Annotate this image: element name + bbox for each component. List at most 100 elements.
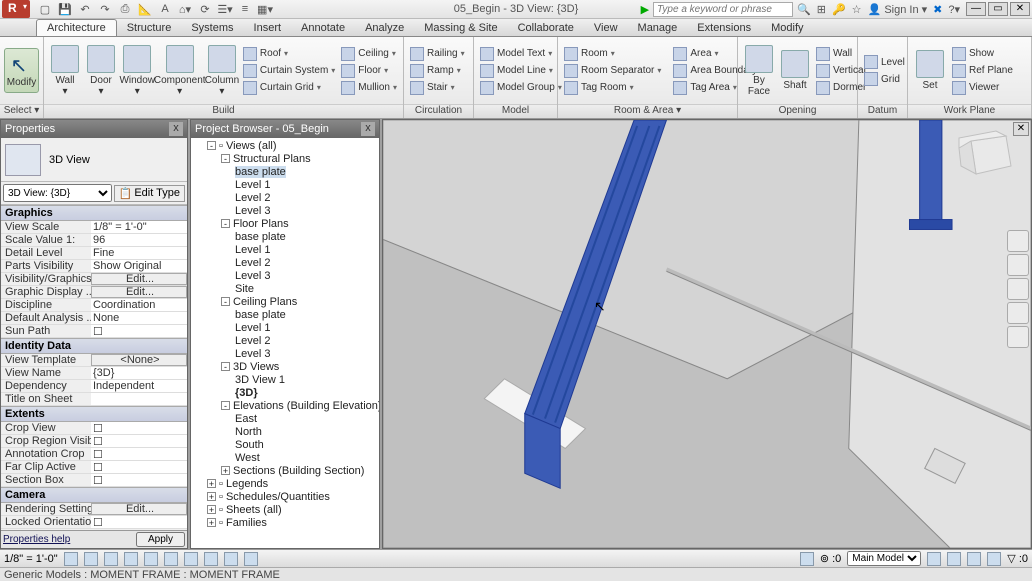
- prop-row[interactable]: View Template<None>: [1, 354, 187, 367]
- prop-value[interactable]: [91, 448, 187, 460]
- component-button[interactable]: Component▾: [156, 43, 202, 99]
- prop-category-extents[interactable]: Extents: [1, 406, 187, 422]
- tag-room-button[interactable]: Tag Room: [562, 80, 663, 96]
- tab-insert[interactable]: Insert: [244, 20, 292, 36]
- prop-row[interactable]: Annotation Crop: [1, 448, 187, 461]
- search-input[interactable]: [653, 2, 793, 17]
- properties-title-bar[interactable]: Propertiesx: [1, 120, 187, 138]
- tree-node[interactable]: -Floor Plans: [193, 218, 377, 231]
- worksets-status[interactable]: ⊚ :0: [820, 552, 841, 565]
- properties-help-link[interactable]: Properties help: [3, 534, 70, 545]
- tree-node[interactable]: -▫ Views (all): [193, 140, 377, 153]
- undo-icon[interactable]: ↶: [78, 2, 92, 16]
- tree-node[interactable]: Level 3: [193, 270, 377, 283]
- prop-value[interactable]: {3D}: [91, 367, 187, 379]
- tree-toggle-icon[interactable]: -: [221, 297, 230, 306]
- temp-hide-icon[interactable]: [224, 552, 238, 566]
- reveal-icon[interactable]: [244, 552, 258, 566]
- orbit-icon[interactable]: [1007, 302, 1029, 324]
- prop-value[interactable]: 96: [91, 234, 187, 246]
- prop-row[interactable]: Parts VisibilityShow Original: [1, 260, 187, 273]
- visual-style-icon[interactable]: [84, 552, 98, 566]
- room-separator-button[interactable]: Room Separator: [562, 63, 663, 79]
- roof-button[interactable]: Roof: [241, 46, 337, 62]
- tab-extensions[interactable]: Extensions: [687, 20, 761, 36]
- curtain-grid-button[interactable]: Curtain Grid: [241, 80, 337, 96]
- prop-row[interactable]: Section Box: [1, 474, 187, 487]
- select-pinned-icon[interactable]: [947, 552, 961, 566]
- prop-value[interactable]: Independent: [91, 380, 187, 392]
- key-icon[interactable]: 🔑: [832, 3, 846, 16]
- rendering-icon[interactable]: [144, 552, 158, 566]
- drag-icon[interactable]: [987, 552, 1001, 566]
- shadows-icon[interactable]: [124, 552, 138, 566]
- tree-toggle-icon[interactable]: -: [221, 219, 230, 228]
- modify-button[interactable]: ↖Modify: [4, 48, 39, 93]
- shaft-button[interactable]: Shaft: [778, 48, 812, 93]
- tree-node[interactable]: East: [193, 413, 377, 426]
- prop-row[interactable]: Far Clip Active: [1, 461, 187, 474]
- prop-row[interactable]: View Name{3D}: [1, 367, 187, 380]
- prop-value[interactable]: [91, 474, 187, 486]
- prop-value[interactable]: Show Original: [91, 260, 187, 272]
- minimize-button[interactable]: —: [966, 2, 986, 16]
- prop-value[interactable]: Fine: [91, 247, 187, 259]
- prop-category-camera[interactable]: Camera: [1, 487, 187, 503]
- wall-button[interactable]: Wall▾: [48, 43, 82, 99]
- favorite-icon[interactable]: ☆: [852, 3, 862, 16]
- tab-manage[interactable]: Manage: [628, 20, 688, 36]
- tree-toggle-icon[interactable]: -: [221, 401, 230, 410]
- tab-architecture[interactable]: Architecture: [36, 19, 117, 36]
- curtain-system-button[interactable]: Curtain System: [241, 63, 337, 79]
- close-button[interactable]: ✕: [1010, 2, 1030, 16]
- prop-value[interactable]: None: [91, 312, 187, 324]
- save-icon[interactable]: 💾: [58, 2, 72, 16]
- tree-node[interactable]: base plate: [193, 166, 377, 179]
- level-button[interactable]: Level: [862, 54, 907, 70]
- prop-value[interactable]: [91, 516, 187, 528]
- signin-button[interactable]: 👤 Sign In ▾: [868, 3, 928, 16]
- edit-type-button[interactable]: 📋Edit Type: [114, 185, 185, 202]
- tree-toggle-icon[interactable]: +: [207, 518, 216, 527]
- prop-row[interactable]: Rendering SettingsEdit...: [1, 503, 187, 516]
- prop-row[interactable]: Scale Value 1:96: [1, 234, 187, 247]
- prop-value[interactable]: Coordination: [91, 299, 187, 311]
- ramp-button[interactable]: Ramp: [408, 63, 467, 79]
- select-face-icon[interactable]: [967, 552, 981, 566]
- model-text-button[interactable]: Model Text: [478, 46, 564, 62]
- prop-row[interactable]: DependencyIndependent: [1, 380, 187, 393]
- sync-icon[interactable]: ⟳: [198, 2, 212, 16]
- tree-node[interactable]: -Ceiling Plans: [193, 296, 377, 309]
- lock-icon[interactable]: [204, 552, 218, 566]
- ceiling-button[interactable]: Ceiling: [339, 46, 399, 62]
- model-group-button[interactable]: Model Group: [478, 80, 564, 96]
- measure-icon[interactable]: 📐: [138, 2, 152, 16]
- tree-node[interactable]: Level 2: [193, 192, 377, 205]
- filter-count[interactable]: ▽ :0: [1007, 552, 1028, 565]
- prop-value[interactable]: <None>: [91, 354, 187, 366]
- prop-value[interactable]: Edit...: [91, 286, 187, 298]
- model-line-button[interactable]: Model Line: [478, 63, 564, 79]
- prop-value[interactable]: 1/8" = 1'-0": [91, 221, 187, 233]
- prop-value[interactable]: Edit...: [91, 503, 187, 515]
- grid-button[interactable]: Grid: [862, 71, 907, 87]
- show-button[interactable]: Show: [950, 46, 1015, 62]
- set-workplane-button[interactable]: Set: [912, 48, 948, 93]
- tree-node[interactable]: base plate: [193, 231, 377, 244]
- play-icon[interactable]: ▶: [641, 3, 649, 16]
- tab-massing-site[interactable]: Massing & Site: [414, 20, 507, 36]
- viewer-button[interactable]: Viewer: [950, 80, 1015, 96]
- tree-toggle-icon[interactable]: +: [207, 505, 216, 514]
- scale-display[interactable]: 1/8" = 1'-0": [4, 553, 58, 565]
- detail-level-icon[interactable]: [64, 552, 78, 566]
- panel-label-select[interactable]: Select ▾: [0, 104, 43, 118]
- instance-selector[interactable]: 3D View: {3D}: [3, 184, 112, 202]
- prop-row[interactable]: Graphic Display ...Edit...: [1, 286, 187, 299]
- worksets-dropdown[interactable]: Main Model: [847, 551, 921, 566]
- viewport-3d[interactable]: ✕: [382, 119, 1032, 549]
- home-icon[interactable]: ⌂▾: [178, 2, 192, 16]
- tree-node[interactable]: -3D Views: [193, 361, 377, 374]
- browser-title-bar[interactable]: Project Browser - 05_Beginx: [191, 120, 379, 138]
- tree-node[interactable]: Level 3: [193, 348, 377, 361]
- prop-category-identity-data[interactable]: Identity Data: [1, 338, 187, 354]
